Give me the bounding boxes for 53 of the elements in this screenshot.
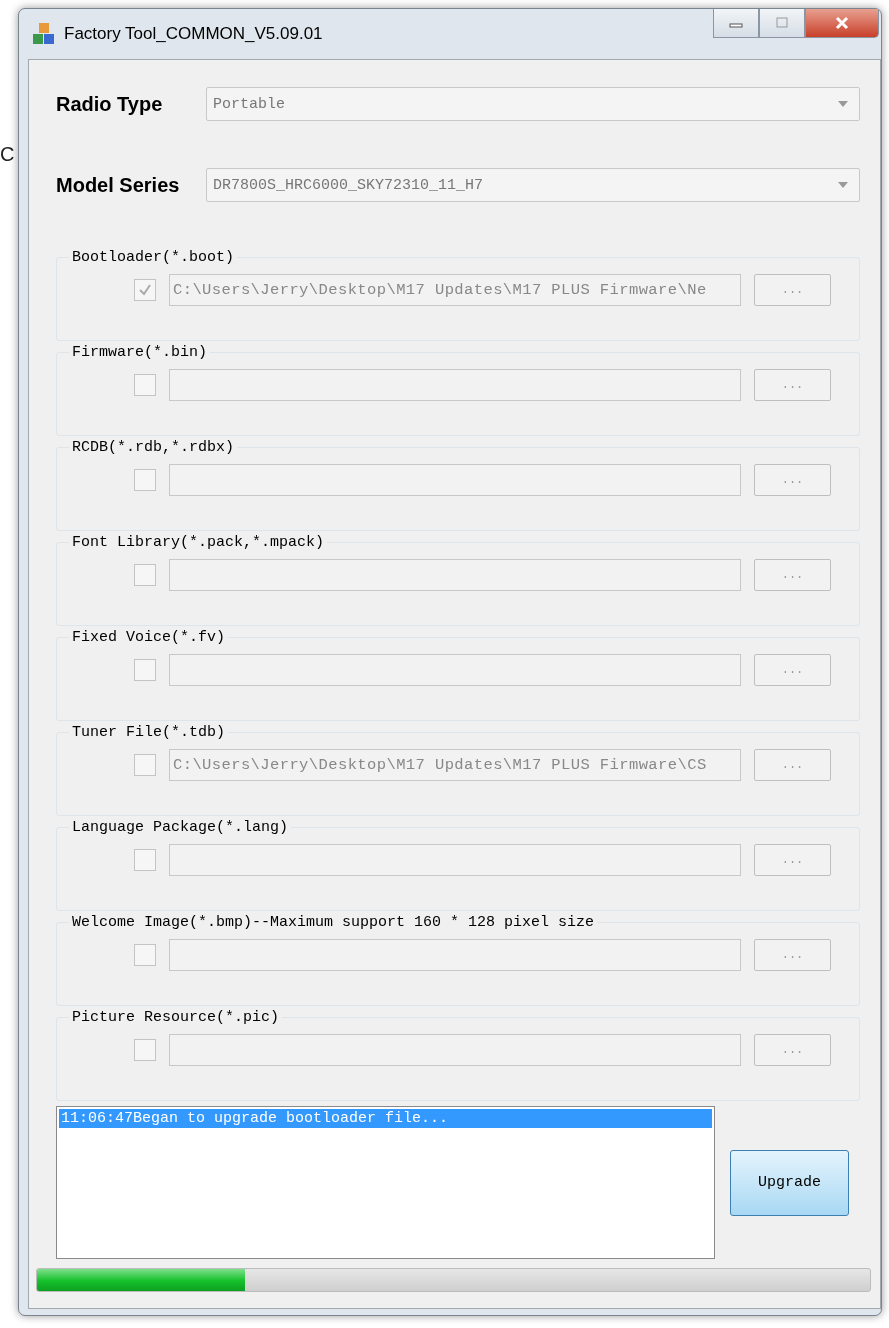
checkbox[interactable] (134, 1039, 156, 1061)
file-path-field[interactable]: C:\Users\Jerry\Desktop\M17 Updates\M17 PLUS Firmware\CS (169, 749, 741, 781)
group-label: Tuner File(*.tdb) (71, 724, 227, 741)
file-path-field[interactable] (169, 939, 741, 971)
window-title: Factory Tool_COMMON_V5.09.01 (64, 24, 323, 44)
file-path-field[interactable] (169, 464, 741, 496)
close-icon (833, 16, 851, 30)
dropdown[interactable]: DR7800S_HRC6000_SKY72310_11_H7 (206, 168, 860, 202)
background-text: C (0, 143, 15, 166)
browse-button[interactable]: ... (754, 939, 831, 971)
browse-button[interactable]: ... (754, 844, 831, 876)
checkmark-icon (137, 282, 153, 298)
checkbox[interactable] (134, 564, 156, 586)
file-path-field[interactable] (169, 654, 741, 686)
maximize-button[interactable] (759, 9, 805, 38)
checkbox[interactable] (134, 754, 156, 776)
browse-button[interactable]: ... (754, 559, 831, 591)
checkbox[interactable] (134, 469, 156, 491)
browse-button[interactable]: ... (754, 274, 831, 306)
group-label: Font Library(*.pack,*.mpack) (71, 534, 326, 551)
group-label: Fixed Voice(*.fv) (71, 629, 227, 646)
group-label: Bootloader(*.boot) (71, 249, 236, 266)
browse-button[interactable]: ... (754, 1034, 831, 1066)
blocks-icon (32, 22, 56, 46)
file-path-field[interactable] (169, 1034, 741, 1066)
group-label: Welcome Image(*.bmp)--Maximum support 160 * 128 pixel size (71, 914, 596, 931)
group-label: Picture Resource(*.pic) (71, 1009, 281, 1026)
group-label: Firmware(*.bin) (71, 344, 209, 361)
minimize-button[interactable] (713, 9, 759, 38)
checkbox[interactable] (134, 849, 156, 871)
file-path-field[interactable] (169, 559, 741, 591)
checkbox[interactable] (134, 279, 156, 301)
checkbox[interactable] (134, 374, 156, 396)
browse-button[interactable]: ... (754, 749, 831, 781)
checkbox[interactable] (134, 944, 156, 966)
caret-icon (837, 181, 849, 189)
close-button[interactable] (805, 9, 879, 38)
dropdown[interactable]: Portable (206, 87, 860, 121)
group-label: Language Package(*.lang) (71, 819, 290, 836)
browse-button[interactable]: ... (754, 464, 831, 496)
browse-button[interactable]: ... (754, 369, 831, 401)
caret-icon (837, 100, 849, 108)
log-entry[interactable]: 11:06:47Began to upgrade bootloader file... (59, 1109, 712, 1128)
field-label: Model Series (56, 173, 181, 197)
maximize-icon (774, 16, 790, 30)
field-label: Radio Type (56, 92, 164, 116)
file-path-field[interactable] (169, 844, 741, 876)
file-path-field[interactable] (169, 369, 741, 401)
group-label: RCDB(*.rdb,*.rdbx) (71, 439, 236, 456)
checkbox[interactable] (134, 659, 156, 681)
upgrade-button[interactable]: Upgrade (730, 1149, 849, 1216)
file-path-field[interactable]: C:\Users\Jerry\Desktop\M17 Updates\M17 PLUS Firmware\Ne (169, 274, 741, 306)
browse-button[interactable]: ... (754, 654, 831, 686)
